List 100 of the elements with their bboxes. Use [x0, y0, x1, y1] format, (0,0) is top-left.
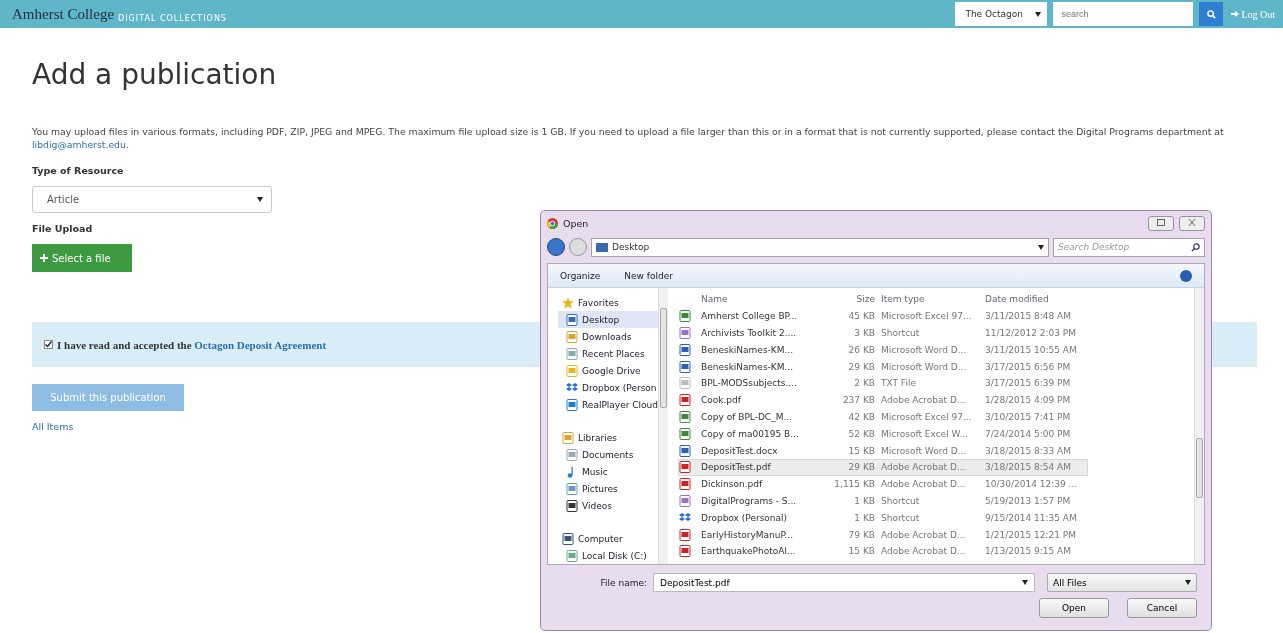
filename-label: File name:	[600, 577, 647, 588]
nav-item[interactable]: Pictures	[558, 480, 658, 498]
filename-field[interactable]: DepositTest.pdf	[653, 573, 1035, 593]
file-icon	[679, 444, 691, 457]
file-row[interactable]: DepositTest.docx 15 KB Microsoft Word D... 3/18/2015 8:33 AM	[678, 442, 1088, 459]
desktop-icon	[596, 242, 608, 252]
site-subtitle: DIGITAL COLLECTIONS	[118, 13, 227, 23]
file-icon	[679, 343, 691, 356]
nav-item[interactable]: Local Disk (C:)	[558, 547, 658, 565]
nav-icon	[562, 532, 574, 545]
nav-item[interactable]: Videos	[558, 497, 658, 515]
search-button[interactable]	[1199, 2, 1224, 26]
file-row[interactable]: EarthquakePhotoAl... 15 KB Adobe Acrobat D... 1/13/2015 9:15 AM	[678, 543, 1088, 560]
file-row[interactable]: Archivists Toolkit 2.... 3 KB Shortcut 11/12/2012 2:03 PM	[678, 324, 1088, 342]
scrollbar[interactable]	[1194, 288, 1204, 565]
nav-icon	[566, 398, 578, 411]
address-bar[interactable]: Desktop	[591, 237, 1049, 257]
collection-select[interactable]: The Octagon	[955, 2, 1048, 26]
intro-text: You may upload files in various formats, including PDF, ZIP, JPEG and MPEG. The maximum file upload size is 1 GB. If you need to upload a file larger than this or in a format that is not currently supported, please contact the Digital Programs department at libdig@amherst.edu.	[32, 125, 1225, 151]
nav-icon	[566, 313, 578, 326]
agreement-text: I have read and accepted the Octagon Deposit Agreement	[57, 338, 327, 351]
nav-item[interactable]: RealPlayer Cloud	[558, 396, 658, 414]
caret-icon	[1022, 580, 1028, 586]
file-type-select[interactable]: All Files	[1047, 573, 1197, 593]
file-icon	[679, 545, 691, 558]
nav-icon	[566, 499, 578, 512]
nav-item[interactable]: Music	[558, 463, 658, 481]
file-row[interactable]: Dropbox (Personal) 1 KB Shortcut 9/15/2014 11:35 AM	[678, 509, 1088, 527]
nav-item[interactable]: Desktop	[558, 311, 658, 329]
file-row[interactable]: Cook.pdf 237 KB Adobe Acrobat D... 1/28/2015 4:09 PM	[678, 391, 1088, 409]
type-label: Type of Resource	[32, 165, 124, 176]
file-icon	[679, 377, 691, 390]
nav-icon	[566, 381, 578, 394]
browser-icon	[547, 217, 558, 229]
nav-group[interactable]: Libraries	[558, 429, 658, 447]
caret-icon	[257, 197, 263, 202]
email-link[interactable]: libdig@amherst.edu	[32, 139, 126, 150]
nav-icon	[562, 431, 574, 444]
nav-icon	[566, 549, 578, 562]
nav-icon	[562, 296, 574, 309]
file-row[interactable]: Copy of ma00195 B... 52 KB Microsoft Excel W... 7/24/2014 5:00 PM	[678, 425, 1088, 443]
page-title: Add a publication	[32, 58, 278, 91]
file-icon	[679, 327, 691, 339]
nav-icon	[566, 364, 578, 377]
logout-icon	[1231, 10, 1240, 18]
file-row[interactable]: DepositTest.pdf 29 KB Adobe Acrobat D... 3/18/2015 8:54 AM	[678, 459, 1088, 476]
file-row[interactable]: Dickinson.pdf 1,115 KB Adobe Acrobat D... 10/30/2014 12:39 ...	[678, 475, 1088, 493]
caret-icon	[1038, 244, 1044, 250]
nav-group[interactable]: Favorites	[558, 294, 658, 312]
file-icon	[679, 360, 691, 373]
site-logo[interactable]: Amherst College	[12, 5, 115, 23]
dialog-title: Open	[563, 217, 589, 229]
file-row[interactable]: BeneskiNames-KM... 29 KB Microsoft Word D... 3/17/2015 6:56 PM	[678, 358, 1088, 375]
nav-group[interactable]: Computer	[558, 530, 658, 548]
column-header[interactable]: Name	[701, 294, 811, 305]
file-icon	[679, 411, 691, 423]
nav-icon	[566, 482, 578, 495]
file-row[interactable]: BPL-MODSsubjects.... 2 KB TXT File 3/17/2015 6:39 PM	[678, 375, 1088, 392]
file-icon	[679, 310, 691, 323]
toolbar-button[interactable]: Organize	[560, 270, 601, 281]
open-button[interactable]: Open	[1039, 598, 1109, 619]
toolbar-button[interactable]: New folder	[624, 270, 673, 281]
file-row[interactable]: Copy of BPL-DC_M... 42 KB Microsoft Excel 97... 3/10/2015 7:41 PM	[678, 408, 1088, 426]
scrollbar[interactable]	[658, 288, 668, 565]
nav-icon	[566, 330, 578, 343]
file-row[interactable]: EarlyHistoryManuP... 79 KB Adobe Acrobat D... 1/21/2015 12:21 PM	[678, 526, 1088, 543]
column-header[interactable]: Date modified	[985, 294, 1085, 305]
search-field[interactable]: search	[1053, 2, 1194, 26]
agreement-link[interactable]: Octagon Deposit Agreement	[194, 338, 327, 351]
file-row[interactable]: BeneskiNames-KM... 26 KB Microsoft Word D... 3/11/2015 10:55 AM	[678, 341, 1088, 359]
file-icon	[679, 427, 691, 440]
file-icon	[679, 528, 691, 541]
close-button[interactable]	[1179, 215, 1205, 231]
close-icon	[1188, 218, 1196, 226]
nav-item[interactable]: Dropbox (Person	[558, 379, 658, 397]
caret-icon	[1185, 580, 1191, 586]
select-file-button[interactable]: Select a file	[32, 244, 132, 272]
nav-item[interactable]: Recent Places	[558, 345, 658, 363]
type-select[interactable]: Article	[32, 186, 272, 213]
column-header[interactable]: Size	[817, 294, 875, 305]
nav-item[interactable]: Google Drive	[558, 362, 658, 380]
column-header[interactable]: Item type	[881, 294, 979, 305]
search-icon	[1191, 242, 1200, 252]
restore-button[interactable]	[1148, 215, 1174, 231]
nav-icon	[566, 347, 578, 360]
nav-item[interactable]: Documents	[558, 446, 658, 464]
file-row[interactable]: DigitalPrograms - S... 1 KB Shortcut 5/19/2013 1:57 PM	[678, 492, 1088, 510]
back-button[interactable]	[547, 238, 565, 257]
file-icon	[679, 495, 691, 507]
restore-icon	[1157, 218, 1165, 226]
agreement-checkbox[interactable]	[44, 340, 53, 349]
file-row[interactable]: Amherst College BP... 45 KB Microsoft Excel 97... 3/11/2015 8:48 AM	[678, 307, 1088, 325]
caret-icon	[1035, 11, 1042, 17]
plus-icon	[40, 254, 48, 262]
cancel-button[interactable]: Cancel	[1127, 598, 1197, 619]
file-icon	[679, 478, 691, 491]
nav-item[interactable]: Downloads	[558, 328, 658, 346]
file-icon	[679, 394, 691, 407]
search-icon	[1206, 9, 1216, 19]
file-icon	[679, 511, 691, 524]
